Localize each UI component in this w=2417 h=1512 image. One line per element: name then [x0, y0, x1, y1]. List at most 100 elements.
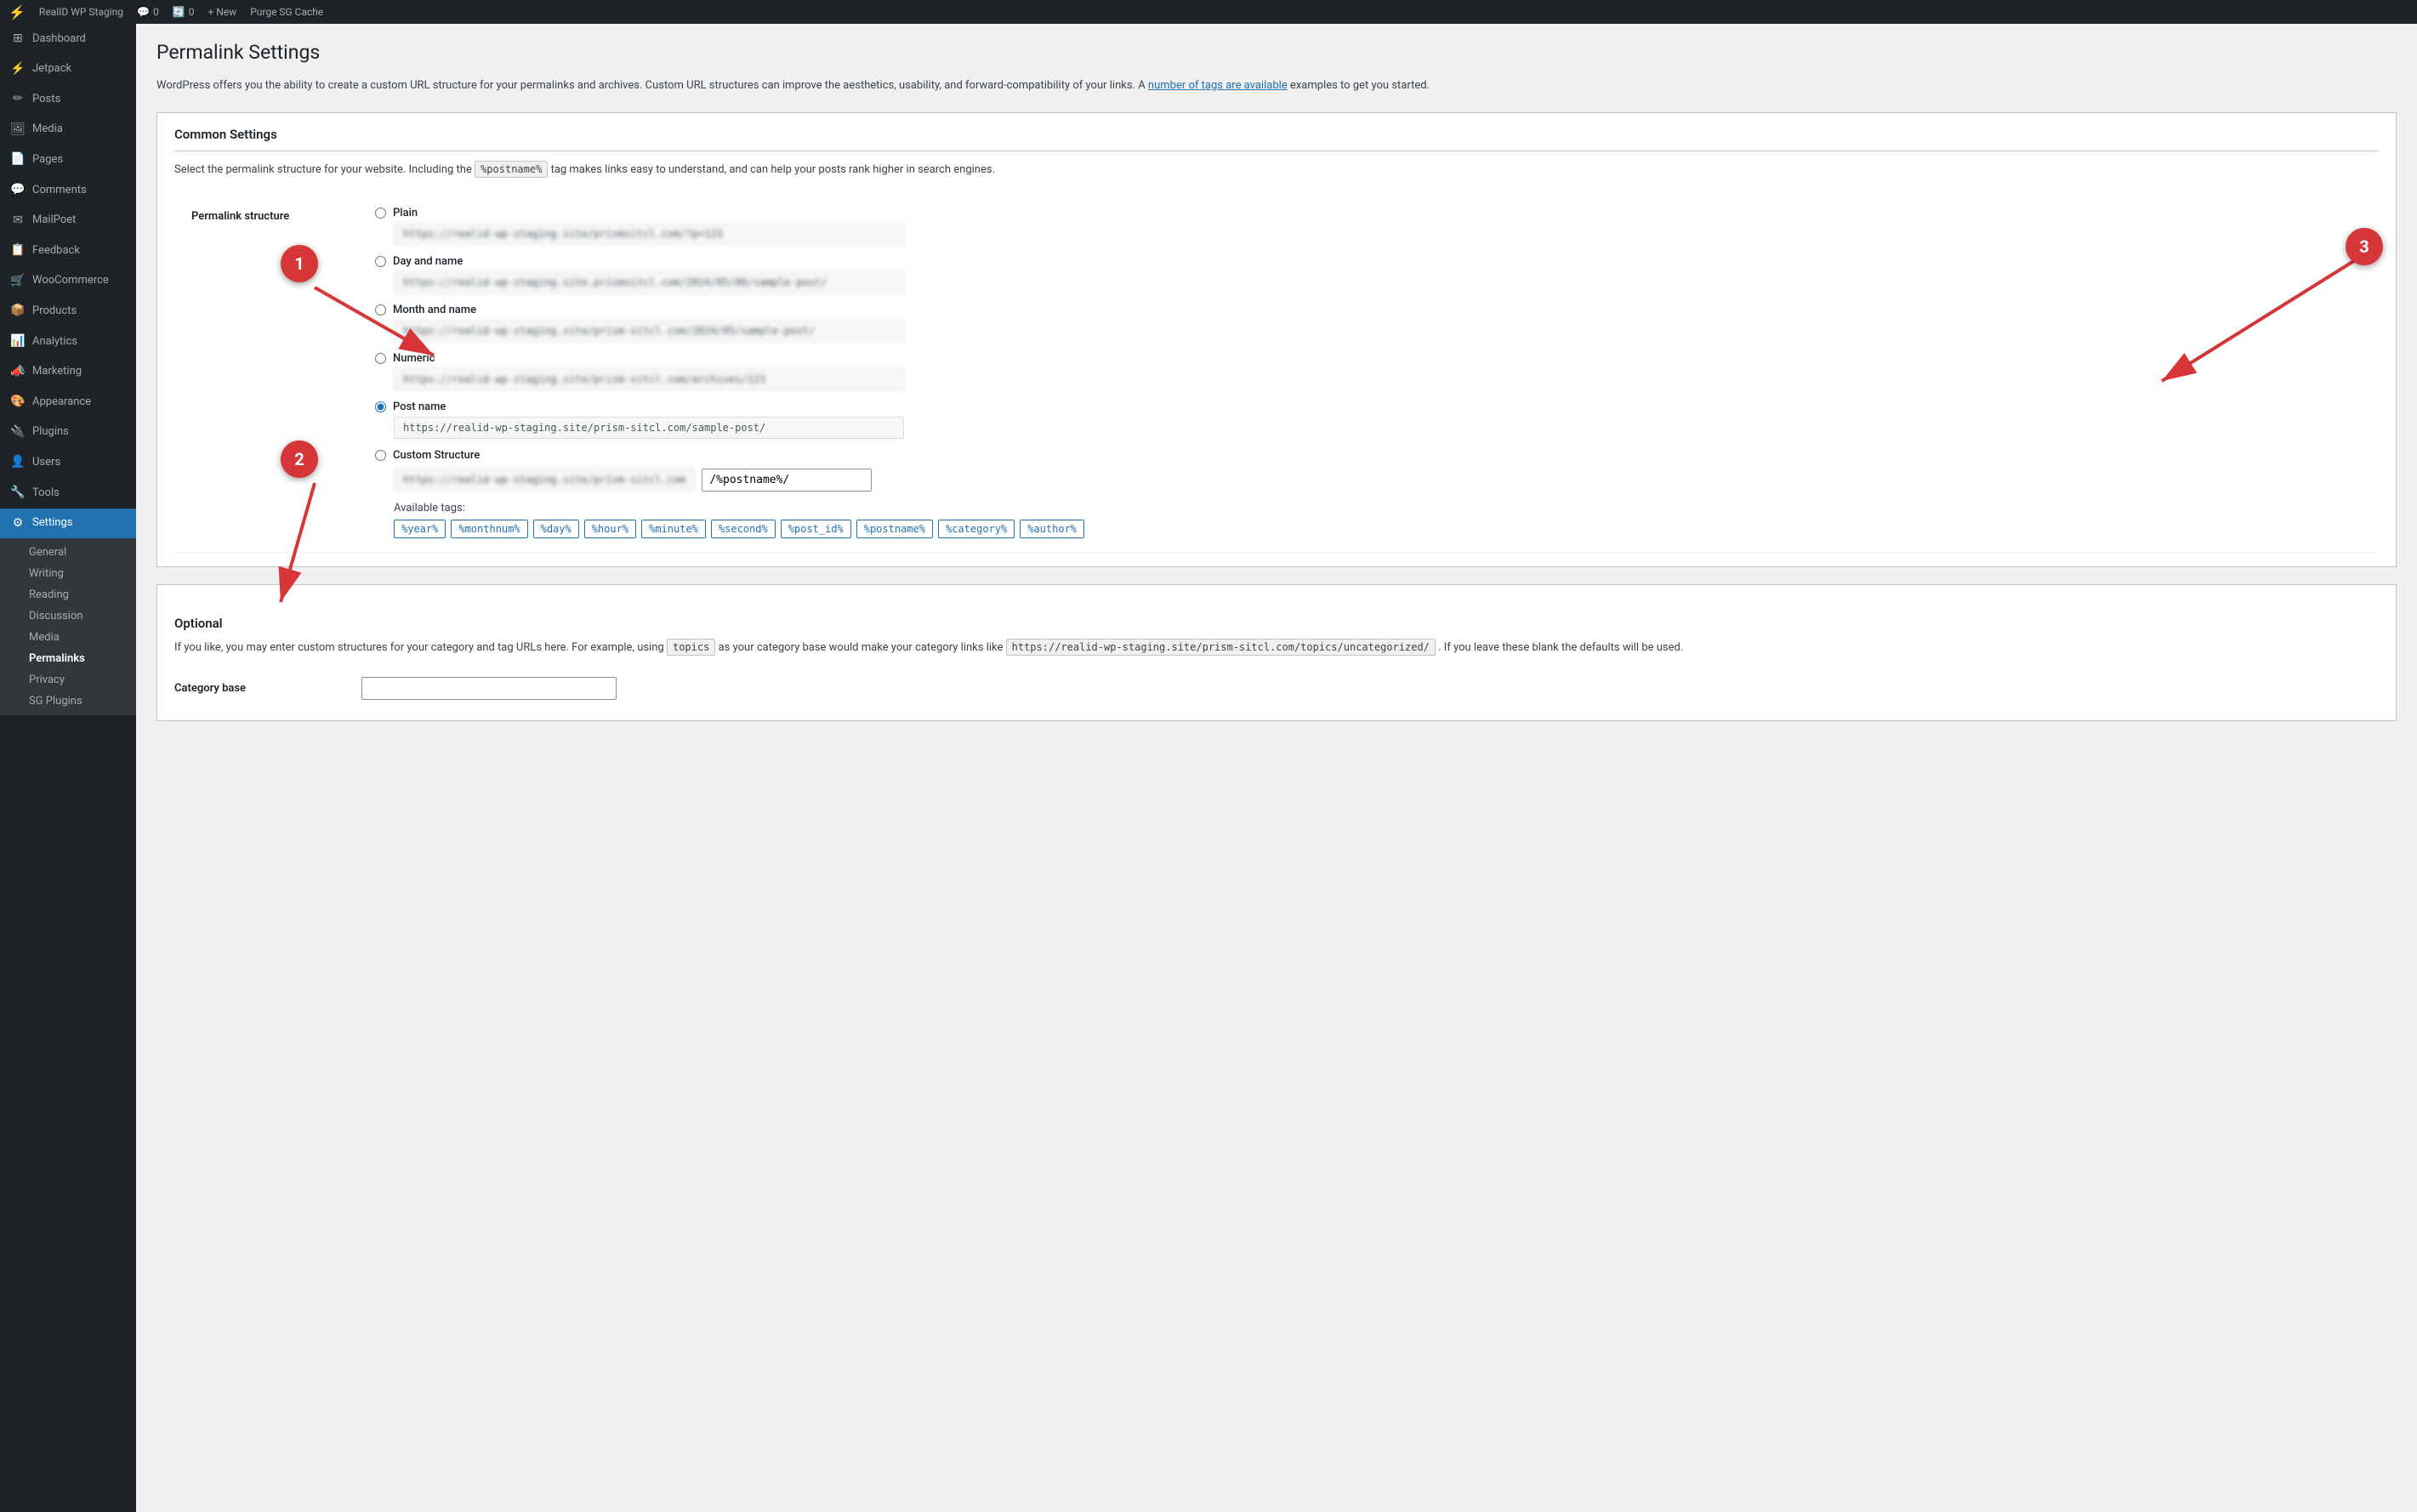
- permalink-url-numeric: https://realid-wp-staging.site/prism-sit…: [394, 368, 904, 390]
- sidebar-item-marketing[interactable]: 📣 Marketing: [0, 357, 136, 388]
- marketing-icon: 📣: [10, 364, 26, 381]
- permalink-option-day: Day and name https://realid-wp-staging.s…: [375, 255, 2365, 293]
- page-description: WordPress offers you the ability to crea…: [156, 77, 2284, 95]
- submenu-item-writing[interactable]: Writing: [0, 563, 136, 584]
- admin-bar-new[interactable]: + New: [208, 6, 236, 18]
- permalink-radio-custom[interactable]: [375, 450, 386, 461]
- tag-day[interactable]: %day%: [533, 520, 579, 538]
- sidebar-item-media[interactable]: 🖼 Media: [0, 115, 136, 145]
- permalink-radio-postname[interactable]: [375, 401, 386, 412]
- sidebar-item-products[interactable]: 📦 Products: [0, 296, 136, 327]
- permalink-structure-label: Permalink structure: [174, 193, 361, 553]
- permalink-radio-plain[interactable]: [375, 207, 386, 219]
- permalink-structure-options: Plain https://realid-wp-staging.site/pri…: [361, 193, 2379, 553]
- sidebar-item-feedback[interactable]: 📋 Feedback: [0, 236, 136, 266]
- submenu-item-media-sub[interactable]: Media: [0, 627, 136, 648]
- sidebar-item-plugins[interactable]: 🔌 Plugins: [0, 418, 136, 448]
- permalink-label-plain[interactable]: Plain: [393, 207, 418, 219]
- sidebar-item-label: MailPoet: [32, 213, 76, 228]
- sidebar-item-pages[interactable]: 📄 Pages: [0, 145, 136, 175]
- sidebar-item-mailpoet[interactable]: ✉ MailPoet: [0, 206, 136, 236]
- custom-structure-prefix: https://realid-wp-staging.site/prism-sit…: [394, 469, 695, 491]
- tag-year[interactable]: %year%: [394, 520, 446, 538]
- sidebar-item-jetpack[interactable]: ⚡ Jetpack: [0, 54, 136, 85]
- custom-structure-input[interactable]: [702, 469, 872, 492]
- tag-author[interactable]: %author%: [1020, 520, 1084, 538]
- submenu-item-reading[interactable]: Reading: [0, 584, 136, 605]
- comments-icon: 💬: [10, 182, 26, 199]
- permalink-url-month: https://realid-wp-staging.site/prism-sit…: [394, 320, 904, 342]
- feedback-icon: 📋: [10, 242, 26, 259]
- settings-submenu: General Writing Reading Discussion Media…: [0, 538, 136, 715]
- permalink-label-postname[interactable]: Post name: [393, 401, 446, 413]
- sidebar-item-comments[interactable]: 💬 Comments: [0, 175, 136, 206]
- admin-bar-updates[interactable]: 🔄 0: [173, 6, 195, 18]
- sidebar-item-label: Pages: [32, 152, 63, 168]
- tag-monthnum[interactable]: %monthnum%: [451, 520, 527, 538]
- available-tags-label: Available tags:: [394, 502, 2365, 514]
- sidebar-item-appearance[interactable]: 🎨 Appearance: [0, 387, 136, 418]
- sidebar-item-posts[interactable]: ✏ Posts: [0, 84, 136, 115]
- admin-bar-comments[interactable]: 💬 0: [137, 6, 159, 18]
- sidebar-item-users[interactable]: 👤 Users: [0, 447, 136, 478]
- tag-second[interactable]: %second%: [711, 520, 776, 538]
- permalink-radio-month[interactable]: [375, 304, 386, 315]
- tag-category[interactable]: %category%: [938, 520, 1015, 538]
- sidebar-item-label: Products: [32, 304, 77, 319]
- site-name[interactable]: RealID WP Staging: [39, 6, 123, 18]
- permalink-url-day: https://realid-wp-staging.site.prismsitc…: [394, 271, 904, 293]
- admin-bar-cache[interactable]: Purge SG Cache: [250, 6, 323, 18]
- sidebar-item-dashboard[interactable]: ⊞ Dashboard: [0, 24, 136, 54]
- submenu-item-sg-plugins[interactable]: SG Plugins: [0, 691, 136, 712]
- tag-post-id[interactable]: %post_id%: [781, 520, 851, 538]
- tag-minute[interactable]: %minute%: [641, 520, 706, 538]
- submenu-item-general[interactable]: General: [0, 542, 136, 563]
- permalink-radio-day[interactable]: [375, 256, 386, 267]
- custom-structure-row: https://realid-wp-staging.site/prism-sit…: [394, 469, 2365, 492]
- sidebar-item-tools[interactable]: 🔧 Tools: [0, 478, 136, 509]
- sidebar: ⊞ Dashboard ⚡ Jetpack ✏ Posts 🖼 Media 📄 …: [0, 24, 136, 1512]
- pages-icon: 📄: [10, 151, 26, 168]
- sidebar-item-label: Plugins: [32, 424, 69, 440]
- permalink-label-day[interactable]: Day and name: [393, 255, 463, 268]
- topics-tag: topics: [667, 639, 715, 656]
- woocommerce-icon: 🛒: [10, 273, 26, 290]
- permalink-option-custom: Custom Structure https://realid-wp-stagi…: [375, 449, 2365, 492]
- sidebar-item-label: Analytics: [32, 334, 77, 350]
- sidebar-item-analytics[interactable]: 📊 Analytics: [0, 327, 136, 357]
- sidebar-item-label: Dashboard: [32, 31, 86, 47]
- plugins-icon: 🔌: [10, 424, 26, 441]
- sidebar-item-label: Jetpack: [32, 61, 71, 77]
- category-base-label: Category base: [174, 670, 361, 707]
- postname-tag: %postname%: [475, 161, 548, 178]
- tag-postname[interactable]: %postname%: [856, 520, 933, 538]
- submenu-item-discussion[interactable]: Discussion: [0, 605, 136, 627]
- sidebar-item-label: Comments: [32, 183, 87, 198]
- page-title: Permalink Settings: [156, 41, 2397, 64]
- permalink-form-table: Permalink structure Plain https://realid…: [174, 193, 2379, 553]
- permalink-label-custom[interactable]: Custom Structure: [393, 449, 480, 462]
- available-tags: %year% %monthnum% %day% %hour% %minute% …: [394, 520, 2365, 538]
- permalink-radio-numeric[interactable]: [375, 353, 386, 364]
- description-link[interactable]: number of tags are available: [1148, 79, 1288, 92]
- sidebar-item-woocommerce[interactable]: 🛒 WooCommerce: [0, 266, 136, 297]
- common-settings-desc: Select the permalink structure for your …: [174, 162, 2379, 179]
- permalink-label-numeric[interactable]: Numeric: [393, 352, 435, 365]
- sidebar-item-settings[interactable]: ⚙ Settings: [0, 509, 136, 539]
- tag-hour[interactable]: %hour%: [584, 520, 636, 538]
- sidebar-item-label: Tools: [32, 486, 60, 501]
- permalink-option-plain: Plain https://realid-wp-staging.site/pri…: [375, 207, 2365, 245]
- optional-fields-table: Category base: [174, 670, 2379, 707]
- wp-logo-icon: ⚡: [9, 4, 26, 20]
- sidebar-item-label: WooCommerce: [32, 273, 109, 288]
- appearance-icon: 🎨: [10, 394, 26, 411]
- permalink-url-postname: https://realid-wp-staging.site/prism-sit…: [394, 417, 904, 439]
- main-content: Permalink Settings WordPress offers you …: [136, 24, 2417, 1512]
- submenu-item-privacy[interactable]: Privacy: [0, 669, 136, 691]
- submenu-item-permalinks[interactable]: Permalinks: [0, 648, 136, 669]
- permalink-options-list: Plain https://realid-wp-staging.site/pri…: [375, 207, 2365, 492]
- dashboard-icon: ⊞: [10, 31, 26, 48]
- category-base-row: Category base: [174, 670, 2379, 707]
- category-base-input[interactable]: [361, 677, 617, 700]
- permalink-label-month[interactable]: Month and name: [393, 304, 476, 316]
